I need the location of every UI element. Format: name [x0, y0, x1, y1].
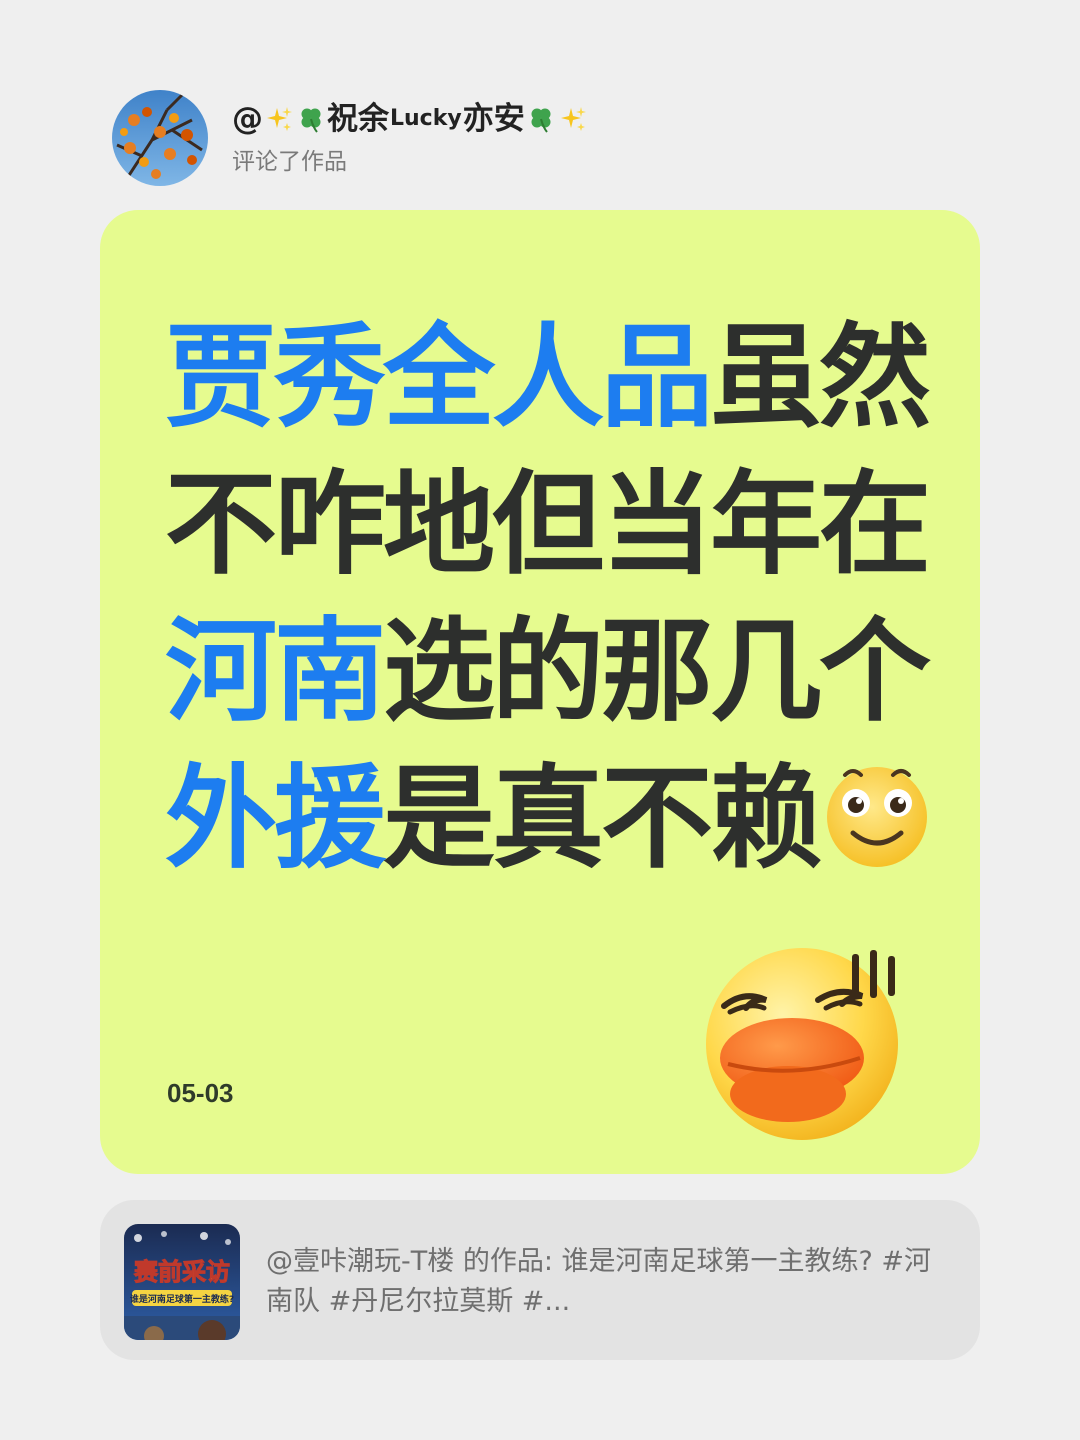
- smiling-face-icon: [827, 767, 927, 867]
- sparkles-icon: [267, 107, 292, 131]
- username[interactable]: @ 祝余 Lucky 亦安: [232, 99, 589, 139]
- comment-date: 05-03: [167, 1078, 234, 1108]
- username-part1: 祝余: [327, 101, 389, 137]
- user-avatar[interactable]: [112, 90, 208, 186]
- highlight-text: 河南: [165, 607, 386, 737]
- comment-text: 贾秀全人品虽然 不咋地但当年在 河南选的那几个 外援是真不赖: [165, 305, 955, 893]
- username-lucky: Lucky: [390, 106, 462, 131]
- four-leaf-clover-icon: [531, 108, 551, 133]
- comment-text-segment: 选的那几个: [383, 607, 931, 737]
- comment-line-2: 不咋地但当年在: [165, 452, 955, 599]
- referenced-work-card[interactable]: 赛前采访 谁是河南足球第一主教练? @壹咔潮玩-T楼 的作品: 谁是河南足球第一…: [100, 1200, 980, 1360]
- referenced-work-text[interactable]: @壹咔潮玩-T楼 的作品: 谁是河南足球第一主教练? #河南队 #丹尼尔拉莫斯 …: [266, 1242, 946, 1322]
- comment-line-1: 贾秀全人品虽然: [165, 305, 955, 452]
- comment-line-3: 河南选的那几个: [165, 599, 955, 746]
- highlight-text: 贾秀全人品: [165, 313, 713, 443]
- comment-text-segment: 虽然: [710, 313, 931, 443]
- comment-text-segment: 是真不赖: [383, 754, 822, 884]
- comment-card: 贾秀全人品虽然 不咋地但当年在 河南选的那几个 外援是真不赖 05-03: [100, 210, 980, 1174]
- sparkles-icon: [560, 107, 586, 131]
- comment-line-4: 外援是真不赖: [165, 746, 955, 893]
- comment-text-segment: 不咋地但当年在: [165, 460, 931, 590]
- highlight-text: 外援: [165, 754, 386, 884]
- comment-header: @ 祝余 Lucky 亦安 评论了作品: [112, 90, 589, 186]
- four-leaf-clover-icon: [301, 108, 321, 133]
- username-part2: 亦安: [462, 101, 525, 137]
- action-text: 评论了作品: [232, 149, 347, 175]
- at-sign: @: [232, 101, 263, 137]
- duck-face-sticker: [706, 948, 898, 1140]
- work-thumbnail[interactable]: 赛前采访 谁是河南足球第一主教练?: [124, 1224, 240, 1340]
- thumbnail-subtitle: 谁是河南足球第一主教练?: [130, 1293, 234, 1305]
- thumbnail-title: 赛前采访: [133, 1258, 230, 1286]
